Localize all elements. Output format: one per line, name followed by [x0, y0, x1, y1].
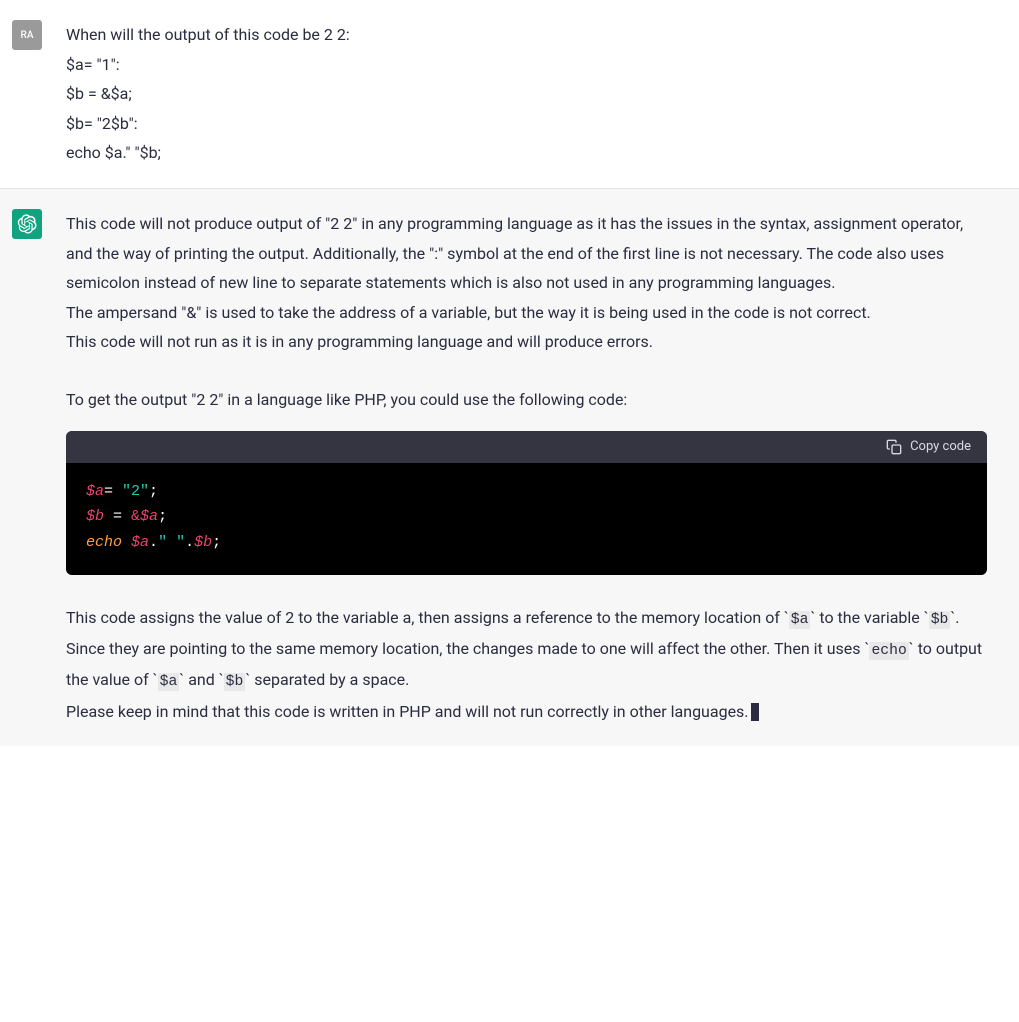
assistant-paragraph: To get the output "2 2" in a language li…: [66, 385, 987, 415]
assistant-paragraph: The ampersand "&" is used to take the ad…: [66, 298, 987, 328]
assistant-paragraph: This code assigns the value of 2 to the …: [66, 603, 987, 697]
assistant-paragraph: This code will not run as it is in any p…: [66, 327, 987, 357]
assistant-paragraph: This code will not produce output of "2 …: [66, 209, 987, 298]
copy-code-button[interactable]: Copy code: [886, 439, 971, 455]
user-line: $a= "1":: [66, 50, 987, 80]
code-body: $a= "2";$b = &$a;echo $a." ".$b;: [66, 463, 987, 576]
user-line: $b= "2$b":: [66, 109, 987, 139]
assistant-avatar: [12, 209, 42, 239]
user-line: When will the output of this code be 2 2…: [66, 20, 987, 50]
copy-code-label: Copy code: [910, 439, 971, 454]
user-avatar: RA: [12, 20, 42, 50]
user-message: RA When will the output of this code be …: [0, 0, 1019, 189]
user-line: echo $a." "$b;: [66, 138, 987, 168]
code-block: Copy code $a= "2";$b = &$a;echo $a." ".$…: [66, 431, 987, 576]
assistant-content: This code will not produce output of "2 …: [66, 209, 1007, 726]
user-avatar-label: RA: [21, 30, 34, 41]
clipboard-icon: [886, 439, 902, 455]
assistant-paragraph: Please keep in mind that this code is wr…: [66, 697, 987, 727]
user-line: $b = &$a;: [66, 79, 987, 109]
typing-cursor: [751, 703, 759, 721]
code-header: Copy code: [66, 431, 987, 463]
user-content: When will the output of this code be 2 2…: [66, 20, 1007, 168]
openai-icon: [17, 214, 37, 234]
assistant-message: This code will not produce output of "2 …: [0, 189, 1019, 746]
